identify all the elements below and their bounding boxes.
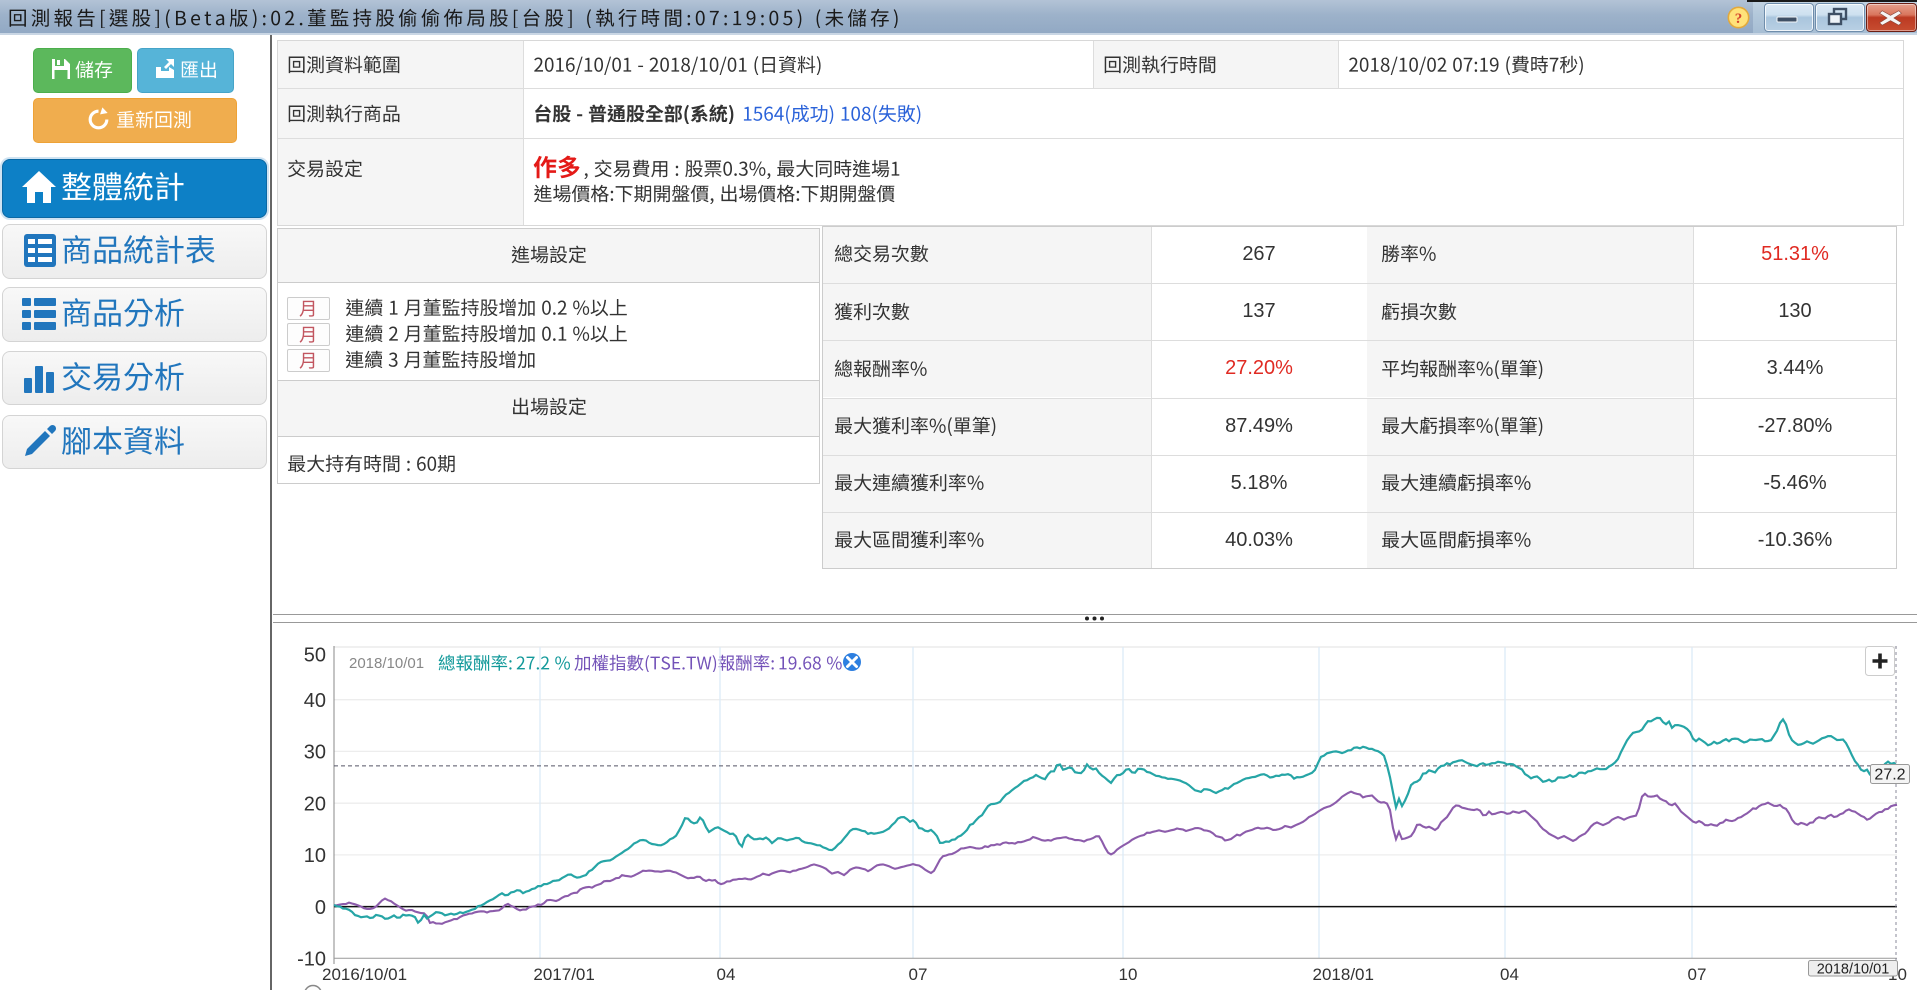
svg-text:50: 50 [304,645,326,667]
svg-text:2018/10/01: 2018/10/01 [349,655,424,672]
svg-text:10: 10 [1119,965,1138,984]
svg-text:?: ? [1735,11,1743,27]
svg-text:07: 07 [1688,965,1707,984]
svg-text:2016/10/01: 2016/10/01 [322,965,407,984]
svg-text:10: 10 [304,845,326,867]
svg-text:40: 40 [304,690,326,712]
svg-text:27.2: 27.2 [1874,767,1905,784]
svg-text:30: 30 [304,742,326,764]
svg-text:2018/01: 2018/01 [1313,965,1374,984]
svg-text:20: 20 [304,793,326,815]
svg-text:2018/10/01: 2018/10/01 [1817,962,1890,978]
svg-text:04: 04 [1500,965,1519,984]
svg-text:2017/01: 2017/01 [533,965,594,984]
svg-text:0: 0 [315,897,326,919]
svg-text:04: 04 [717,965,736,984]
svg-text:07: 07 [909,965,928,984]
